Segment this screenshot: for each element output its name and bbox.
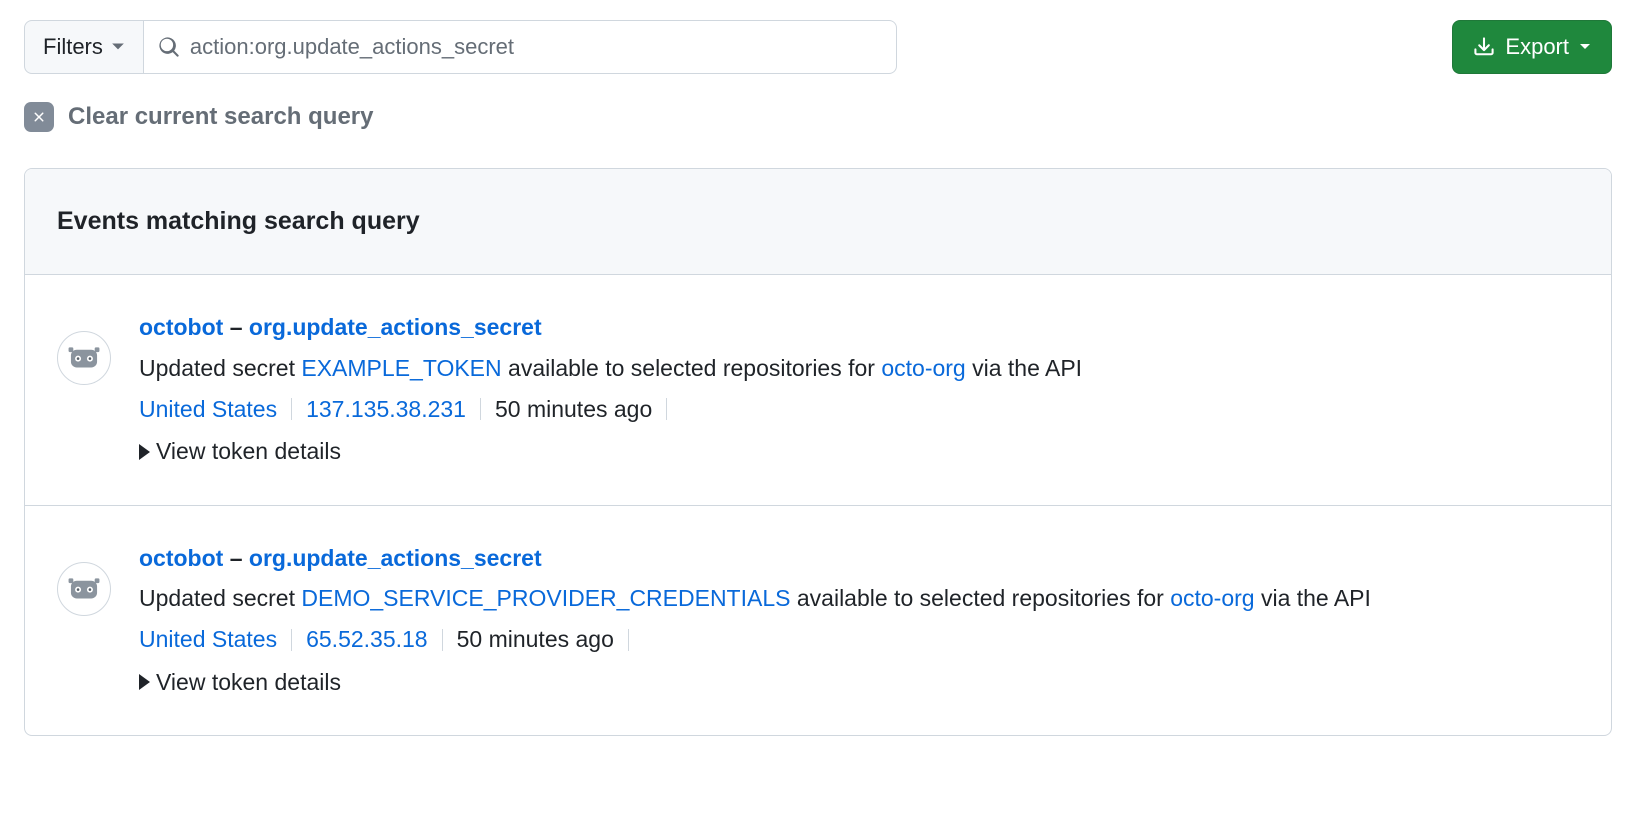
clear-search-label[interactable]: Clear current search query: [68, 103, 373, 131]
desc-prefix: Updated secret: [139, 355, 301, 381]
avatar[interactable]: [57, 562, 111, 616]
clear-search-chip[interactable]: [24, 102, 54, 132]
meta-separator: [666, 398, 667, 420]
results-box: Events matching search query octobot – o…: [24, 168, 1612, 736]
actor-link[interactable]: octobot: [139, 545, 223, 571]
location-link[interactable]: United States: [139, 391, 277, 428]
action-link[interactable]: org.update_actions_secret: [249, 314, 542, 340]
filters-button[interactable]: Filters: [24, 20, 144, 74]
title-separator: –: [223, 314, 249, 340]
desc-suffix: via the API: [966, 355, 1082, 381]
download-icon: [1473, 36, 1495, 58]
event-item: octobot – org.update_actions_secret Upda…: [25, 506, 1611, 736]
details-label: View token details: [156, 664, 341, 701]
desc-mid: available to selected repositories for: [502, 355, 882, 381]
desc-suffix: via the API: [1255, 585, 1371, 611]
results-header: Events matching search query: [25, 169, 1611, 275]
meta-separator: [480, 398, 481, 420]
meta-separator: [291, 398, 292, 420]
avatar[interactable]: [57, 331, 111, 385]
close-icon: [31, 109, 47, 125]
ip-link[interactable]: 65.52.35.18: [306, 621, 428, 658]
view-token-details-toggle[interactable]: View token details: [139, 433, 341, 470]
event-title: octobot – org.update_actions_secret: [139, 309, 1579, 346]
filters-label: Filters: [43, 34, 103, 60]
secret-link[interactable]: EXAMPLE_TOKEN: [301, 355, 501, 381]
details-label: View token details: [156, 433, 341, 470]
org-link[interactable]: octo-org: [881, 355, 965, 381]
meta-separator: [442, 629, 443, 651]
secret-link[interactable]: DEMO_SERVICE_PROVIDER_CREDENTIALS: [301, 585, 790, 611]
view-token-details-toggle[interactable]: View token details: [139, 664, 341, 701]
export-label: Export: [1505, 34, 1569, 60]
caret-down-icon: [111, 42, 125, 52]
meta-separator: [628, 629, 629, 651]
triangle-right-icon: [139, 444, 150, 460]
export-button[interactable]: Export: [1452, 20, 1612, 74]
title-separator: –: [223, 545, 249, 571]
search-input[interactable]: [180, 33, 882, 61]
ip-link[interactable]: 137.135.38.231: [306, 391, 466, 428]
triangle-right-icon: [139, 674, 150, 690]
event-meta: United States 137.135.38.231 50 minutes …: [139, 391, 1579, 428]
event-title: octobot – org.update_actions_secret: [139, 540, 1579, 577]
event-body: octobot – org.update_actions_secret Upda…: [139, 309, 1579, 471]
caret-down-icon: [1579, 43, 1591, 51]
org-link[interactable]: octo-org: [1170, 585, 1254, 611]
event-body: octobot – org.update_actions_secret Upda…: [139, 540, 1579, 702]
event-time: 50 minutes ago: [457, 621, 614, 658]
bot-avatar-icon: [65, 339, 103, 377]
toolbar: Filters Export: [24, 20, 1612, 74]
meta-separator: [291, 629, 292, 651]
event-description: Updated secret EXAMPLE_TOKEN available t…: [139, 350, 1579, 387]
desc-prefix: Updated secret: [139, 585, 301, 611]
bot-avatar-icon: [65, 570, 103, 608]
location-link[interactable]: United States: [139, 621, 277, 658]
event-time: 50 minutes ago: [495, 391, 652, 428]
event-description: Updated secret DEMO_SERVICE_PROVIDER_CRE…: [139, 580, 1579, 617]
event-meta: United States 65.52.35.18 50 minutes ago: [139, 621, 1579, 658]
search-icon: [158, 36, 180, 58]
event-item: octobot – org.update_actions_secret Upda…: [25, 275, 1611, 506]
desc-mid: available to selected repositories for: [790, 585, 1170, 611]
action-link[interactable]: org.update_actions_secret: [249, 545, 542, 571]
actor-link[interactable]: octobot: [139, 314, 223, 340]
clear-search-row[interactable]: Clear current search query: [24, 102, 1612, 132]
search-field-wrapper[interactable]: [144, 20, 897, 74]
